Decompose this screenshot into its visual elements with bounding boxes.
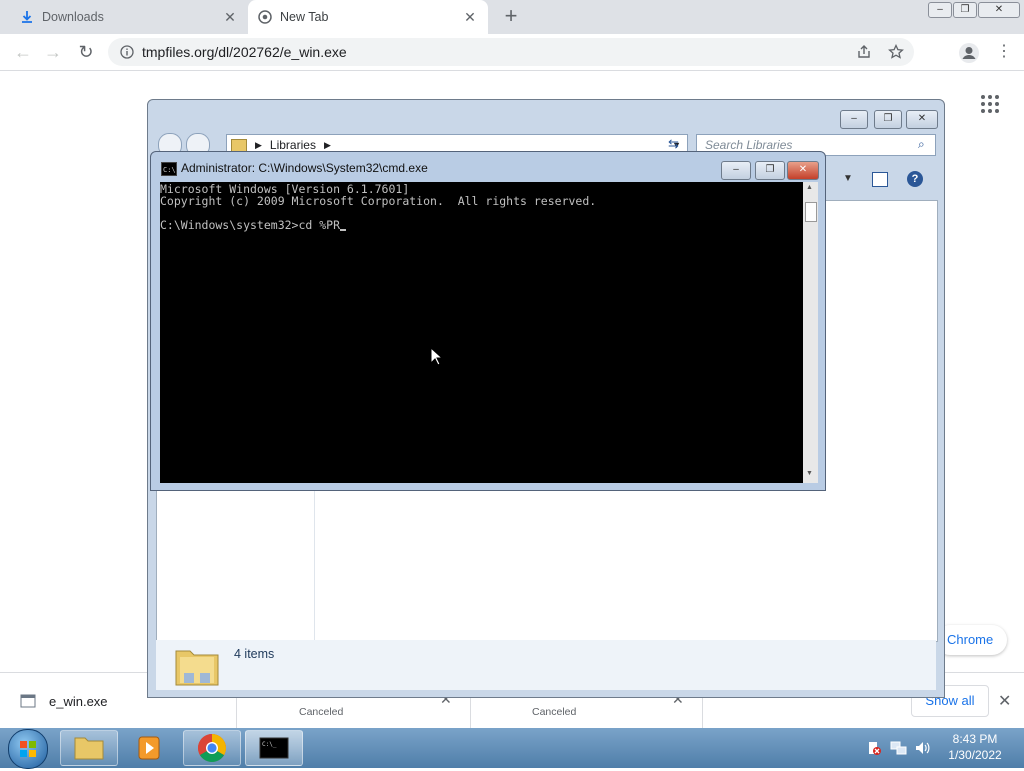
chrome-logo-icon: [198, 734, 226, 762]
close-shelf-icon[interactable]: ✕: [998, 691, 1011, 711]
new-tab-button[interactable]: +: [500, 5, 522, 29]
item-count: 4 items: [234, 647, 275, 661]
folder-icon: [74, 737, 104, 760]
download-icon: [22, 11, 32, 23]
svg-text:C:\_: C:\_: [262, 741, 277, 748]
chrome-icon: [258, 10, 272, 24]
forward-arrow-icon[interactable]: →: [42, 41, 64, 63]
taskbar-cmd[interactable]: C:\_: [245, 730, 303, 766]
taskbar-chrome[interactable]: [183, 730, 241, 766]
view-options-icon[interactable]: ▼: [843, 173, 853, 184]
cmd-title: Administrator: C:\Windows\System32\cmd.e…: [181, 161, 428, 175]
tab-downloads[interactable]: Downloads ✕: [10, 0, 248, 34]
close-icon[interactable]: ✕: [462, 9, 478, 26]
libraries-folder-icon: [175, 650, 219, 686]
libraries-folder-icon: [231, 138, 247, 152]
taskbar: C:\_ 8:43 PM 1/30/2022: [0, 728, 1024, 769]
tab-strip: Downloads ✕ New Tab ✕ + – ❐ ✕: [0, 0, 1024, 34]
cmd-icon: C:\_: [259, 737, 289, 759]
close-window-button[interactable]: ✕: [978, 2, 1020, 18]
action-center-icon[interactable]: [866, 740, 882, 756]
network-icon[interactable]: [890, 740, 908, 756]
clock-time: 8:43 PM: [952, 732, 998, 746]
minimize-button[interactable]: –: [928, 2, 952, 18]
console-line: Copyright (c) 2009 Microsoft Corporation…: [160, 194, 597, 208]
windows-logo-icon: [20, 741, 36, 757]
text-cursor: [340, 229, 347, 231]
close-window-button[interactable]: ✕: [906, 110, 938, 129]
console-prompt-line: C:\Windows\system32>cd %PR: [160, 218, 347, 232]
help-icon[interactable]: ?: [907, 171, 923, 187]
maximize-button[interactable]: ❐: [874, 110, 902, 129]
volume-icon[interactable]: [914, 740, 932, 756]
back-arrow-icon[interactable]: ←: [12, 41, 34, 63]
google-apps-icon[interactable]: [980, 94, 1000, 114]
minimize-button[interactable]: –: [840, 110, 868, 129]
start-button[interactable]: [8, 729, 48, 769]
close-window-button[interactable]: ✕: [787, 161, 819, 180]
svg-text:C:\: C:\: [163, 166, 176, 174]
console-command: C:\Windows\system32>cd %PR: [160, 218, 341, 232]
tab-label: Downloads: [42, 10, 104, 24]
details-pane: 4 items: [156, 640, 936, 690]
tab-label: New Tab: [280, 10, 329, 24]
reload-icon[interactable]: ↻: [75, 41, 97, 63]
profile-avatar-icon[interactable]: [958, 42, 980, 64]
clock-date: 1/30/2022: [948, 748, 1002, 762]
share-icon[interactable]: [856, 44, 872, 60]
console-output[interactable]: Microsoft Windows [Version 6.1.7601] Cop…: [160, 182, 803, 483]
download-status: Canceled: [532, 706, 577, 718]
maximize-button[interactable]: ❐: [953, 2, 977, 18]
taskbar-media-player[interactable]: [122, 730, 180, 766]
address-bar[interactable]: tmpfiles.org/dl/202762/e_win.exe: [108, 38, 914, 66]
tab-new-tab[interactable]: New Tab ✕: [248, 0, 488, 34]
search-icon: ⌕: [918, 137, 925, 151]
breadcrumb-libraries[interactable]: Libraries: [270, 138, 316, 152]
download-status: Canceled: [299, 706, 344, 718]
bookmark-star-icon[interactable]: [888, 44, 904, 60]
vertical-scrollbar[interactable]: ▲ ▼: [803, 182, 818, 483]
scroll-up-icon[interactable]: ▲: [806, 184, 813, 191]
cmd-icon: C:\: [161, 162, 177, 176]
preview-pane-icon[interactable]: [872, 172, 888, 187]
close-icon[interactable]: ✕: [222, 9, 238, 26]
customize-chrome-button[interactable]: Chrome: [935, 625, 1007, 655]
minimize-button[interactable]: –: [721, 161, 751, 180]
cmd-window[interactable]: C:\ Administrator: C:\Windows\System32\c…: [150, 151, 826, 491]
browser-toolbar: ← → ↻ tmpfiles.org/dl/202762/e_win.exe ⋮: [0, 34, 1024, 71]
media-player-icon: [138, 736, 160, 760]
url-text: tmpfiles.org/dl/202762/e_win.exe: [142, 44, 347, 60]
menu-kebab-icon[interactable]: ⋮: [996, 41, 1012, 63]
download-filename: e_win.exe: [49, 693, 108, 709]
refresh-icon[interactable]: ⇆: [668, 136, 679, 152]
scroll-down-icon[interactable]: ▼: [806, 470, 813, 477]
mouse-pointer-icon: [430, 347, 444, 366]
maximize-button[interactable]: ❐: [755, 161, 785, 180]
scroll-thumb[interactable]: [805, 202, 817, 222]
system-clock[interactable]: 8:43 PM 1/30/2022: [935, 732, 1015, 762]
breadcrumb-arrow-icon: ▶: [255, 139, 262, 150]
breadcrumb-arrow-icon: ▶: [323, 139, 331, 150]
info-icon[interactable]: [120, 45, 134, 59]
taskbar-explorer[interactable]: [60, 730, 118, 766]
exe-file-icon: [20, 694, 36, 708]
